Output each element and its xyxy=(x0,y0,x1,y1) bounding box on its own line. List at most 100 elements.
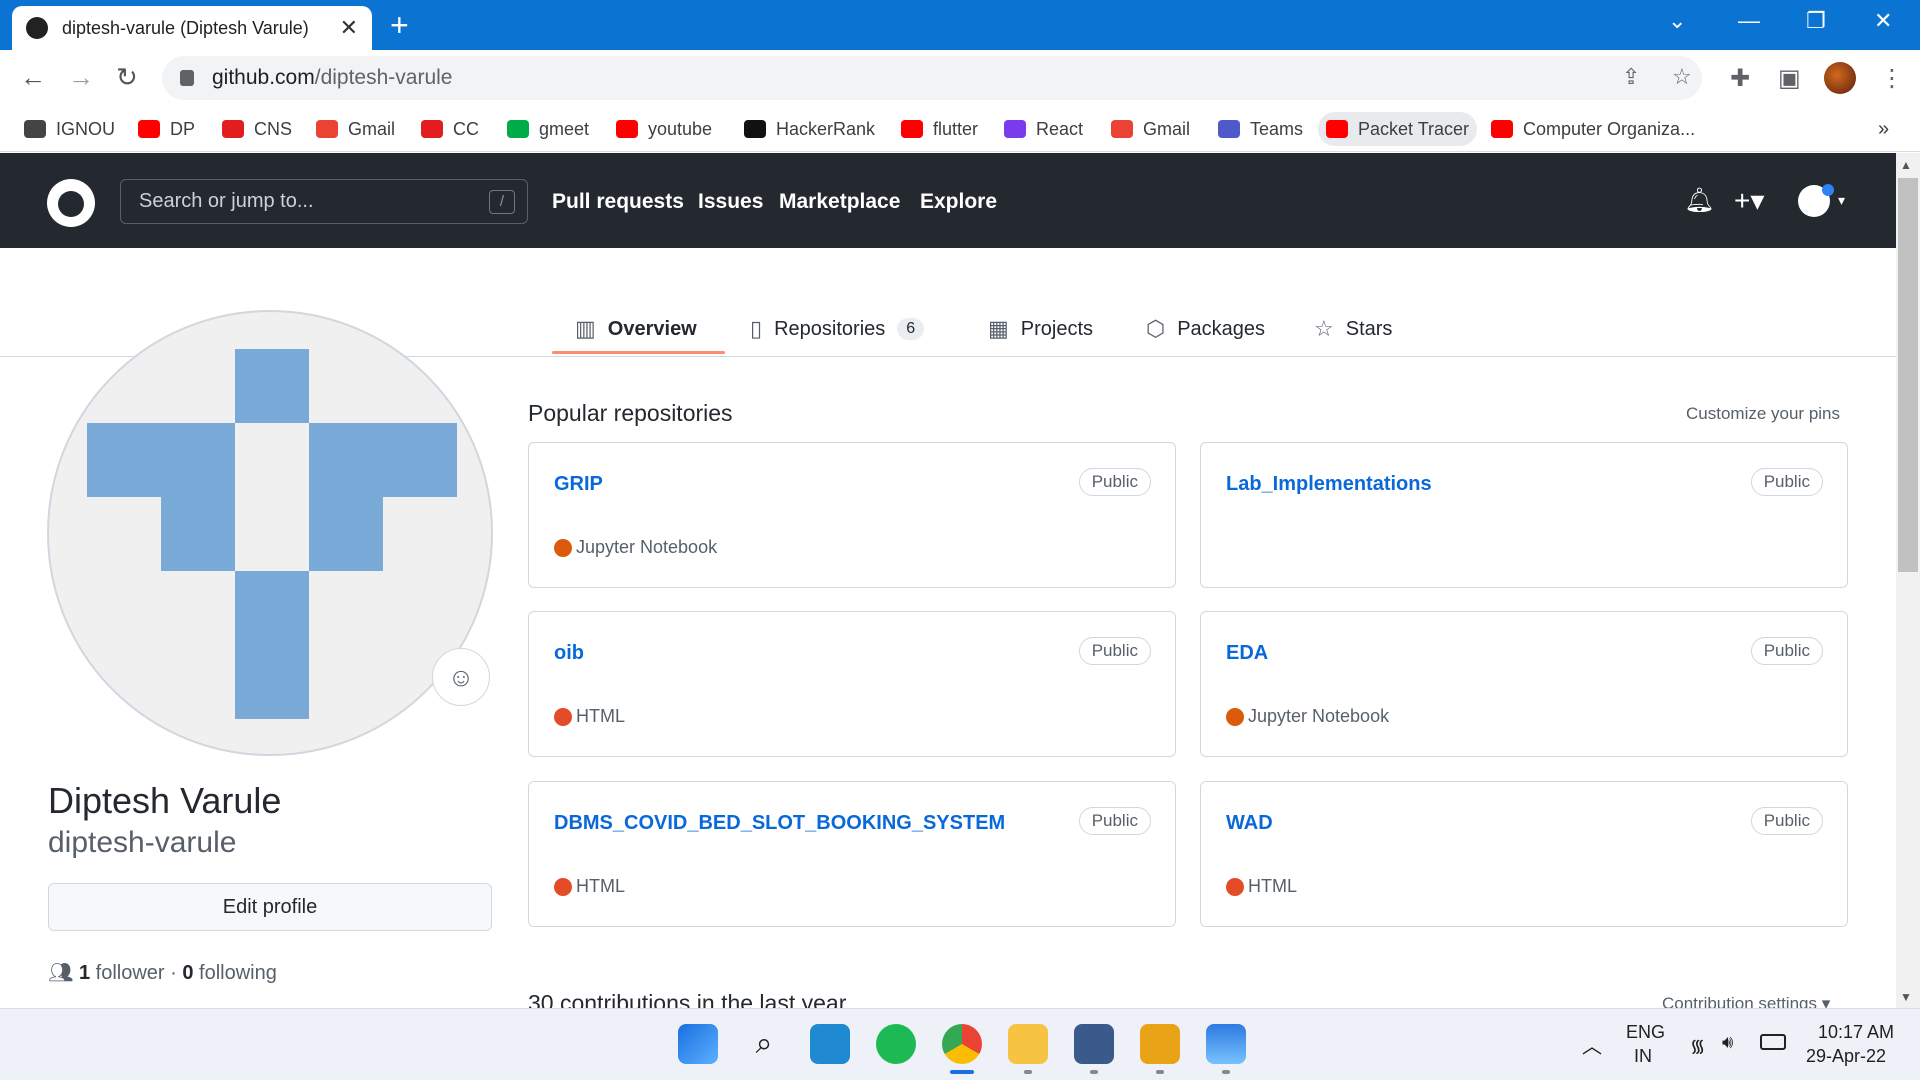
bookmark-flutter[interactable]: flutter xyxy=(893,112,986,146)
github-logo-icon[interactable] xyxy=(47,179,95,227)
restore-icon[interactable]: ❐ xyxy=(1806,8,1826,34)
scroll-down-arrow-icon[interactable]: ▼ xyxy=(1900,990,1912,1004)
tab-close-icon[interactable]: ✕ xyxy=(340,15,358,41)
forward-icon[interactable]: → xyxy=(68,62,94,93)
sublime-icon[interactable] xyxy=(1140,1024,1180,1064)
bookmark-label: flutter xyxy=(933,118,979,139)
bookmark-computer-organiza[interactable]: Computer Organiza... xyxy=(1483,112,1703,146)
battery-icon[interactable] xyxy=(1760,1034,1786,1050)
scrollbar-thumb[interactable] xyxy=(1898,178,1918,572)
bookmark-teams[interactable]: Teams xyxy=(1210,112,1311,146)
notifications-bell-icon[interactable]: 🔔︎ xyxy=(1684,186,1714,215)
language-color-dot xyxy=(554,877,572,896)
spotify-icon[interactable] xyxy=(876,1024,916,1064)
repo-card: WAD Public HTML xyxy=(1200,781,1848,927)
tab-repositories-label: Repositories xyxy=(774,317,886,340)
visibility-badge: Public xyxy=(1078,637,1151,665)
avatar-block xyxy=(309,423,457,497)
scroll-up-arrow-icon[interactable]: ▲ xyxy=(1900,158,1912,172)
bookmark-gmeet[interactable]: gmeet xyxy=(499,112,597,146)
bookmark-hackerrank[interactable]: HackerRank xyxy=(736,112,883,146)
bookmark-cns[interactable]: CNS xyxy=(214,112,300,146)
bookmark-dp[interactable]: DP xyxy=(130,112,203,146)
bookmark-packet-tracer[interactable]: Packet Tracer xyxy=(1318,112,1478,146)
side-panel-icon[interactable]: ▣ xyxy=(1778,64,1801,93)
tab-projects[interactable]: ▦ Projects xyxy=(988,302,1093,356)
repo-card: GRIP Public Jupyter Notebook xyxy=(528,442,1176,588)
create-new-plus-icon[interactable]: +▾ xyxy=(1734,184,1764,217)
clock-time[interactable]: 10:17 AM xyxy=(1818,1022,1894,1043)
repo-language: HTML xyxy=(554,706,625,727)
virtualbox-icon[interactable] xyxy=(1074,1024,1114,1064)
reload-icon[interactable]: ↻ xyxy=(116,62,138,93)
bookmark-label: Gmail xyxy=(1143,118,1191,139)
back-icon[interactable]: ← xyxy=(20,62,46,93)
tray-overflow-chevron-icon[interactable]: ︿ xyxy=(1582,1030,1602,1059)
chevron-down-icon[interactable]: ▾ xyxy=(1838,192,1845,209)
file-explorer-icon[interactable] xyxy=(1008,1024,1048,1064)
follow-stats: 👥︎ 1 follower · 0 following xyxy=(48,960,277,985)
bookmark-gmail[interactable]: Gmail xyxy=(1103,112,1198,146)
wifi-icon[interactable]: ᯾ xyxy=(1690,1034,1705,1058)
bookmark-favicon-icon xyxy=(24,120,46,138)
repo-card: oib Public HTML xyxy=(528,611,1176,757)
search-icon[interactable]: ⌕ xyxy=(744,1024,784,1064)
repo-name-link[interactable]: GRIP xyxy=(554,473,603,496)
profile-full-name: Diptesh Varule xyxy=(48,780,282,821)
tab-repositories[interactable]: ▯ Repositories 6 xyxy=(750,302,925,356)
language-top[interactable]: ENG xyxy=(1626,1022,1665,1043)
bookmark-favicon-icon xyxy=(1491,120,1513,138)
new-tab-button[interactable]: + xyxy=(390,8,409,42)
address-bar[interactable]: github.com/diptesh-varule xyxy=(162,56,1702,100)
browser-tab[interactable]: diptesh-varule (Diptesh Varule) ✕ xyxy=(12,6,372,50)
bookmarks-overflow-icon[interactable]: » xyxy=(1870,112,1897,146)
bookmark-gmail[interactable]: Gmail xyxy=(308,112,403,146)
photos-icon[interactable] xyxy=(1206,1024,1246,1064)
browser-profile-avatar[interactable] xyxy=(1824,62,1856,94)
table-icon: ▦ xyxy=(988,316,1009,341)
repo-name-link[interactable]: WAD xyxy=(1226,812,1273,835)
set-status-emoji-button[interactable]: ☺ xyxy=(432,648,490,706)
tab-packages[interactable]: ⬡ Packages xyxy=(1146,302,1265,356)
bookmark-cc[interactable]: CC xyxy=(413,112,487,146)
minimize-icon[interactable]: — xyxy=(1738,8,1760,34)
nav-explore[interactable]: Explore xyxy=(920,190,997,214)
volume-icon[interactable]: 🔊︎ xyxy=(1722,1032,1733,1053)
edit-profile-button[interactable]: Edit profile xyxy=(48,883,492,931)
bookmark-youtube[interactable]: youtube xyxy=(608,112,720,146)
repo-name-link[interactable]: EDA xyxy=(1226,642,1268,665)
followers-count[interactable]: 1 xyxy=(79,962,90,984)
customize-pins-link[interactable]: Customize your pins xyxy=(1686,404,1840,424)
bookmark-favicon-icon xyxy=(1004,120,1026,138)
tab-stars[interactable]: ☆ Stars xyxy=(1314,302,1392,356)
extensions-icon[interactable]: ✚ xyxy=(1730,64,1750,93)
repo-name-link[interactable]: Lab_Implementations xyxy=(1226,473,1432,496)
chrome-icon[interactable] xyxy=(942,1024,982,1064)
nav-issues[interactable]: Issues xyxy=(698,190,763,214)
repo-name-link[interactable]: DBMS_COVID_BED_SLOT_BOOKING_SYSTEM xyxy=(554,812,1005,835)
search-input[interactable]: Search or jump to... / xyxy=(120,179,528,224)
repo-language-label: HTML xyxy=(576,706,625,726)
bookmark-favicon-icon xyxy=(616,120,638,138)
bookmark-star-icon[interactable]: ☆ xyxy=(1672,64,1692,90)
vscode-icon[interactable] xyxy=(810,1024,850,1064)
tab-search-icon[interactable]: ⌄ xyxy=(1668,8,1686,34)
share-icon[interactable]: ⇪ xyxy=(1622,64,1640,90)
tab-overview[interactable]: ▥ Overview xyxy=(575,302,697,356)
followers-label[interactable]: follower xyxy=(96,962,165,984)
following-label[interactable]: following xyxy=(199,962,277,984)
nav-marketplace[interactable]: Marketplace xyxy=(779,190,900,214)
menu-kebab-icon[interactable]: ⋮ xyxy=(1880,64,1904,93)
start-windows-icon[interactable] xyxy=(678,1024,718,1064)
following-count[interactable]: 0 xyxy=(182,962,193,984)
profile-avatar[interactable] xyxy=(47,310,493,756)
nav-pull-requests[interactable]: Pull requests xyxy=(552,190,684,214)
bookmark-react[interactable]: React xyxy=(996,112,1091,146)
popular-repositories-heading: Popular repositories xyxy=(528,400,733,426)
clock-date[interactable]: 29-Apr-22 xyxy=(1806,1046,1886,1067)
language-bottom[interactable]: IN xyxy=(1634,1046,1652,1067)
repo-name-link[interactable]: oib xyxy=(554,642,584,665)
bookmark-label: gmeet xyxy=(539,118,590,139)
close-window-icon[interactable]: ✕ xyxy=(1874,8,1892,34)
bookmark-ignou[interactable]: IGNOU xyxy=(16,112,123,146)
